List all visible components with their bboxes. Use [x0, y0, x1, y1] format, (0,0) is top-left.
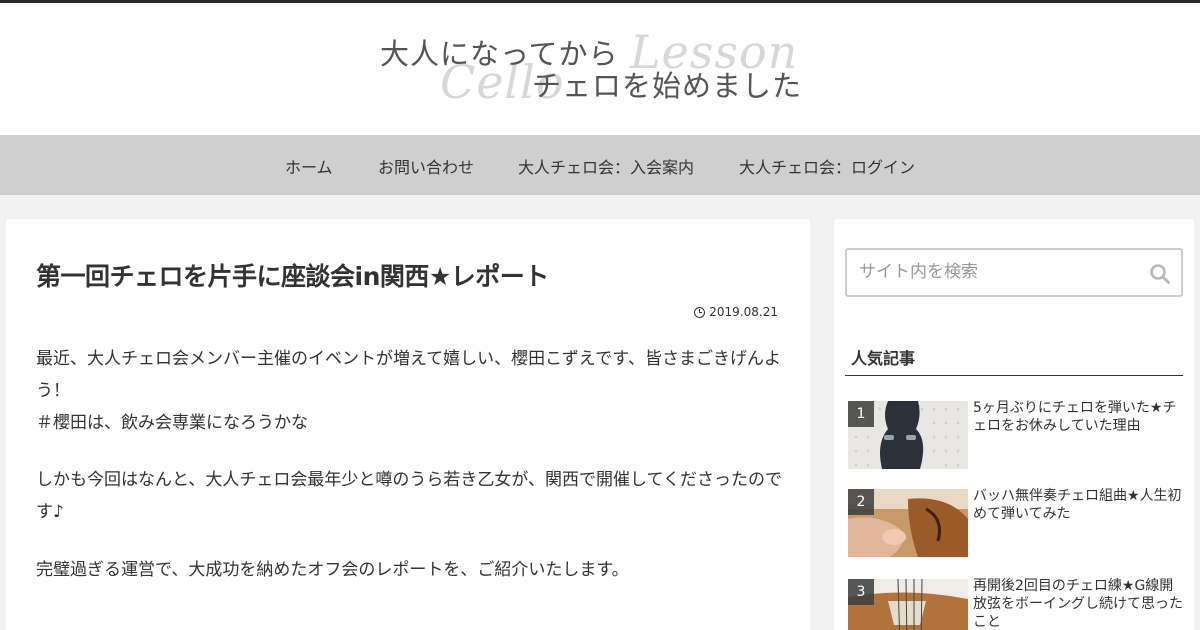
clock-icon — [694, 306, 706, 318]
popular-post-item[interactable]: 1 5ヶ月ぶりにチェロを弾いた★チェロをお休みしていた理由 — [848, 400, 1188, 469]
nav-item-join-guide[interactable]: 大人チェロ会：入会案内 — [518, 154, 694, 178]
popular-post-thumbnail: 3 — [848, 579, 968, 630]
rank-badge: 2 — [848, 489, 874, 515]
logo-text-line2: チェロを始めました — [532, 69, 803, 103]
article-paragraph: しかも今回はなんと、大人チェロ会最年少と噂のうら若き乙女が、関西で開催してくださ… — [36, 470, 782, 522]
popular-post-thumbnail: 2 — [848, 489, 968, 557]
article-text: 最近、大人チェロ会メンバー主催のイベントが増えて嬉しい、櫻田こずえです、皆さまご… — [36, 349, 781, 401]
article-text: ＃櫻田は、飲み会専業になろうかな — [36, 413, 308, 433]
popular-post-title: バッハ無伴奏チェロ組曲★人生初めて弾いてみた — [973, 488, 1182, 522]
article-main: 第一回チェロを片手に座談会in関西★レポート 2019.08.21 最近、大人チ… — [6, 219, 810, 630]
main-nav: ホーム お問い合わせ 大人チェロ会：入会案内 大人チェロ会：ログイン — [0, 135, 1200, 195]
article-date: 2019.08.21 — [694, 305, 778, 319]
nav-item-login[interactable]: 大人チェロ会：ログイン — [739, 154, 915, 178]
site-logo[interactable]: Lesson Cello 大人になってから チェロを始めました — [370, 25, 840, 115]
article-date-text: 2019.08.21 — [709, 305, 778, 319]
popular-post-thumbnail: 1 — [848, 401, 968, 469]
search-icon[interactable] — [1149, 263, 1171, 285]
search-input[interactable] — [859, 262, 1139, 282]
widget-divider — [845, 375, 1183, 376]
nav-item-contact[interactable]: お問い合わせ — [378, 154, 474, 178]
article-paragraph: 完璧過ぎる運営で、大成功を納めたオフ会のレポートを、ご紹介いたします。 — [36, 560, 629, 580]
popular-post-title: 再開後2回目のチェロ練★G線開放弦をボーイングし続けて思ったこと — [973, 578, 1183, 630]
site-header: Lesson Cello 大人になってから チェロを始めました — [0, 3, 1200, 135]
popular-posts-title: 人気記事 — [851, 349, 916, 368]
sidebar: 人気記事 1 5ヶ月ぶりにチェロを弾いた★チェロをお休みしていた理由 — [834, 219, 1194, 630]
article-paragraph: 最近、大人チェロ会メンバー主催のイベントが増えて嬉しい、櫻田こずえです、皆さまご… — [36, 343, 784, 439]
rank-badge: 3 — [848, 579, 874, 605]
nav-item-home[interactable]: ホーム — [285, 154, 333, 178]
popular-post-item[interactable]: 2 バッハ無伴奏チェロ組曲★人生初めて弾いてみた — [848, 488, 1188, 557]
site-search — [845, 248, 1183, 297]
rank-badge: 1 — [848, 401, 874, 427]
popular-post-title: 5ヶ月ぶりにチェロを弾いた★チェロをお休みしていた理由 — [973, 400, 1177, 434]
popular-post-item[interactable]: 3 再開後2回目のチェロ練★G線開放弦をボーイングし続けて思ったこと — [848, 578, 1188, 630]
article-title: 第一回チェロを片手に座談会in関西★レポート — [36, 262, 549, 291]
